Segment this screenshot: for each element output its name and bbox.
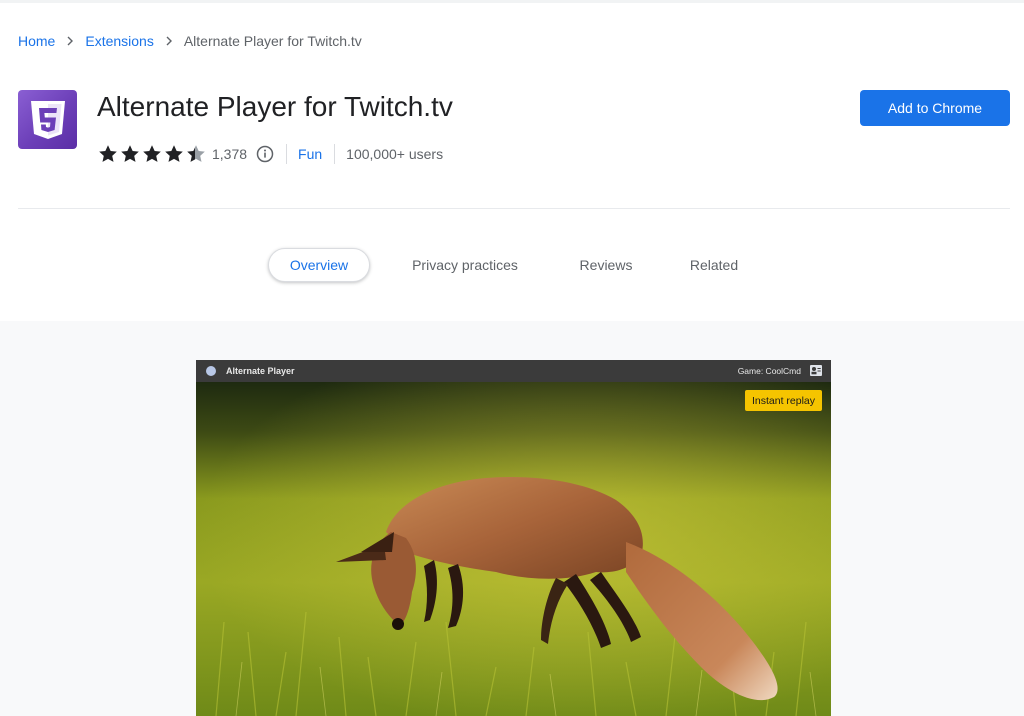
player-game-label: Game: CoolCmd bbox=[737, 366, 801, 376]
top-border bbox=[0, 0, 1024, 3]
chevron-right-icon bbox=[160, 31, 178, 51]
star-filled-icon bbox=[163, 143, 185, 165]
meta-divider bbox=[334, 144, 336, 164]
instant-replay-button[interactable]: Instant replay bbox=[745, 390, 822, 411]
tab-overview[interactable]: Overview bbox=[268, 248, 370, 282]
star-filled-icon bbox=[119, 143, 141, 165]
rating-stars bbox=[97, 143, 207, 165]
html5-shield-icon bbox=[30, 100, 65, 139]
user-count: 100,000+ users bbox=[346, 146, 444, 162]
breadcrumb-extensions-link[interactable]: Extensions bbox=[85, 33, 153, 49]
extension-logo bbox=[18, 90, 77, 149]
star-filled-icon bbox=[97, 143, 119, 165]
extension-screenshot[interactable]: Alternate Player Game: CoolCmd Instant r… bbox=[196, 360, 831, 716]
add-to-chrome-button[interactable]: Add to Chrome bbox=[860, 90, 1010, 126]
fox-photo bbox=[196, 382, 831, 716]
star-filled-icon bbox=[141, 143, 163, 165]
chevron-right-icon bbox=[61, 31, 79, 51]
breadcrumb-current: Alternate Player for Twitch.tv bbox=[183, 33, 362, 49]
tab-privacy-practices[interactable]: Privacy practices bbox=[395, 248, 535, 282]
category-link[interactable]: Fun bbox=[298, 146, 322, 162]
star-partial-icon bbox=[185, 143, 207, 165]
extension-meta: 1,378 Fun 100,000+ users bbox=[97, 143, 443, 165]
tab-related[interactable]: Related bbox=[678, 248, 750, 282]
user-card-icon bbox=[810, 365, 822, 376]
meta-divider bbox=[286, 144, 288, 164]
player-logo-icon bbox=[206, 366, 216, 376]
screenshot-gallery: Alternate Player Game: CoolCmd Instant r… bbox=[0, 321, 1024, 716]
header-divider bbox=[18, 208, 1010, 209]
tab-bar: Overview Privacy practices Reviews Relat… bbox=[0, 248, 1024, 282]
player-title-bar: Alternate Player Game: CoolCmd bbox=[196, 360, 831, 382]
info-icon[interactable] bbox=[256, 145, 274, 163]
breadcrumb: Home Extensions Alternate Player for Twi… bbox=[18, 31, 362, 51]
rating-count: 1,378 bbox=[212, 146, 248, 162]
breadcrumb-home-link[interactable]: Home bbox=[18, 33, 55, 49]
player-title: Alternate Player bbox=[226, 366, 295, 376]
tab-reviews[interactable]: Reviews bbox=[566, 248, 646, 282]
extension-title: Alternate Player for Twitch.tv bbox=[97, 91, 453, 122]
